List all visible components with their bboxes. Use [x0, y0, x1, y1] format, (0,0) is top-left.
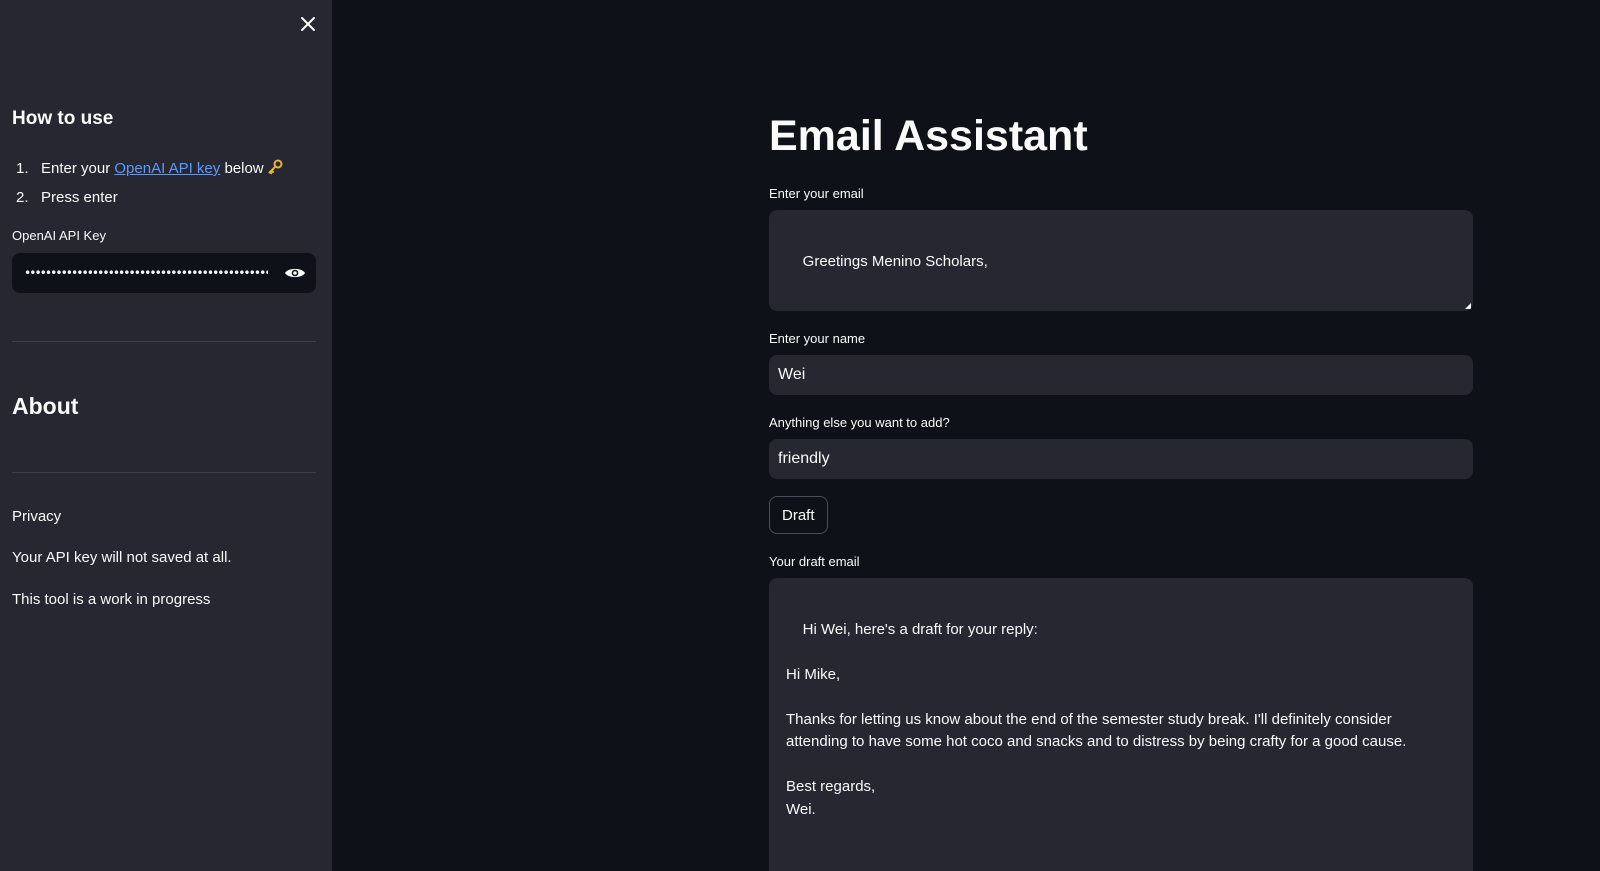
- page-title: Email Assistant: [769, 112, 1088, 160]
- show-password-button[interactable]: [270, 266, 306, 280]
- draft-label: Your draft email: [769, 554, 860, 569]
- api-key-label: OpenAI API Key: [12, 228, 106, 243]
- close-sidebar-button[interactable]: [294, 10, 322, 38]
- how-to-steps: 1. Enter your OpenAI API key below 2. Pr…: [12, 154, 283, 212]
- privacy-heading: Privacy: [12, 508, 62, 525]
- close-icon: [301, 17, 315, 31]
- wip-text: This tool is a work in progress: [12, 591, 211, 608]
- openai-api-key-link[interactable]: OpenAI API key: [114, 160, 220, 177]
- email-label: Enter your email: [769, 186, 864, 201]
- name-label: Enter your name: [769, 331, 866, 346]
- draft-textarea[interactable]: Hi Wei, here's a draft for your reply: H…: [769, 578, 1473, 871]
- about-heading: About: [12, 393, 79, 419]
- step-item: 1. Enter your OpenAI API key below: [12, 154, 283, 183]
- draft-button[interactable]: Draft: [769, 496, 828, 534]
- extra-input[interactable]: friendly: [769, 439, 1473, 479]
- key-icon: [267, 159, 283, 179]
- resize-handle[interactable]: [1465, 303, 1471, 309]
- privacy-text: Your API key will not saved at all.: [12, 549, 232, 566]
- api-key-input[interactable]: [22, 265, 270, 281]
- eye-icon: [285, 268, 305, 278]
- api-key-field[interactable]: [12, 253, 316, 293]
- divider: [12, 341, 316, 342]
- email-textarea[interactable]: Greetings Menino Scholars,: [769, 210, 1473, 311]
- extra-label: Anything else you want to add?: [769, 415, 950, 430]
- step-item: 2. Press enter: [16, 189, 118, 206]
- divider: [12, 472, 316, 473]
- how-to-use-heading: How to use: [12, 108, 114, 129]
- sidebar: How to use 1. Enter your OpenAI API key …: [0, 0, 332, 871]
- name-input[interactable]: Wei: [769, 355, 1473, 395]
